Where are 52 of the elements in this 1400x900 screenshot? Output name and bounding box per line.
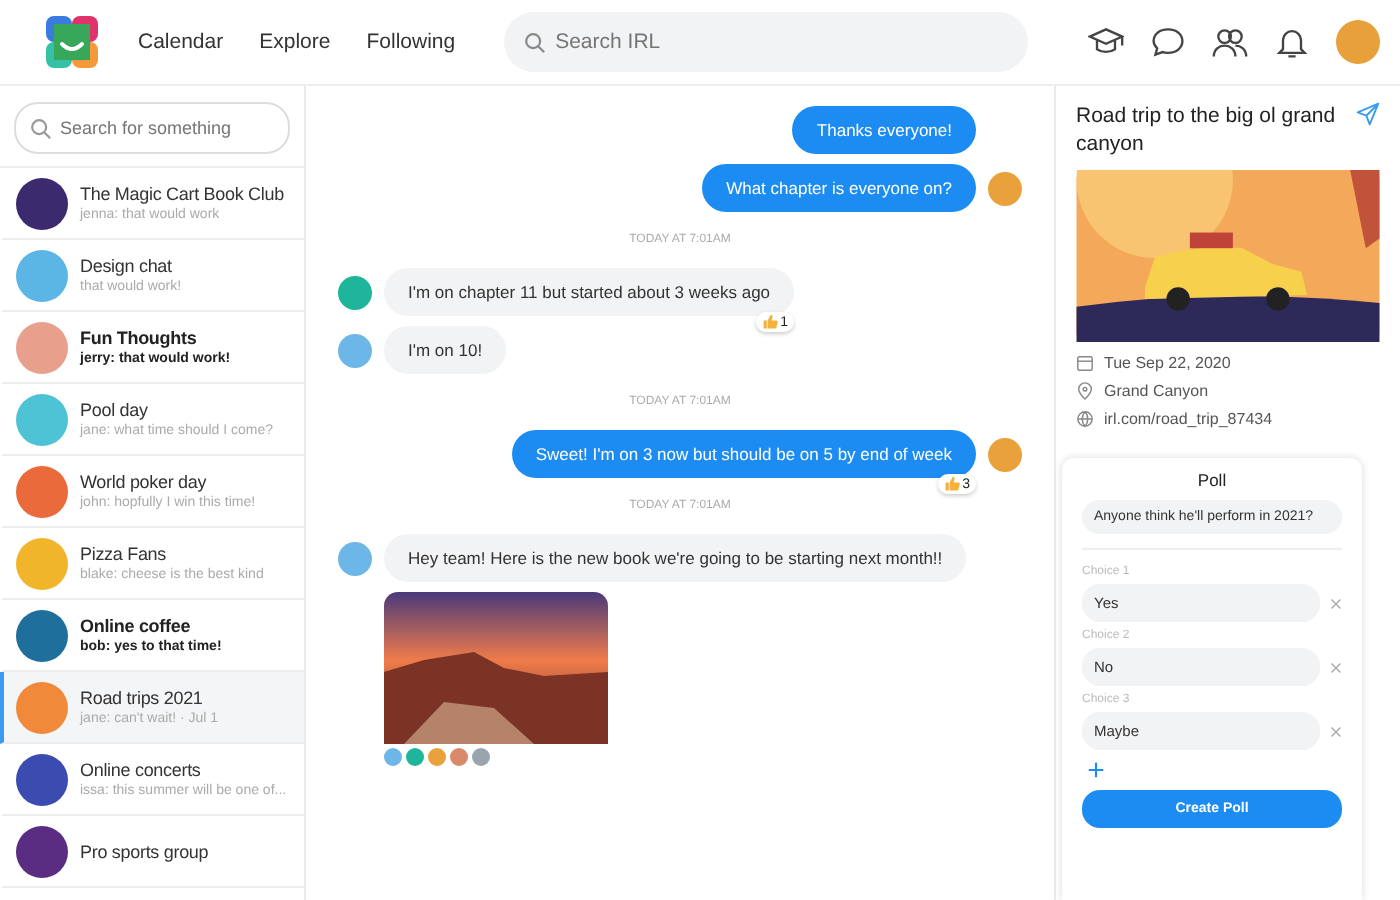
nav-link[interactable]: Following <box>366 30 456 54</box>
conversation-name: Design chat <box>80 256 174 276</box>
conversation-name: Online concerts <box>80 760 203 780</box>
poll-title: Poll <box>1195 470 1229 490</box>
conversation-name: Road trips 2021 <box>80 688 205 708</box>
event-title: Road trip to the big ol grand canyon <box>1076 102 1338 159</box>
nav-link[interactable]: Explore <box>259 30 331 54</box>
message-bubble: Thanks everyone! <box>792 106 976 154</box>
canyon-photo[interactable] <box>384 592 608 744</box>
group-avatar <box>16 753 68 805</box>
conversation-name: The Magic Cart Book Club <box>80 184 284 204</box>
send-icon[interactable] <box>1356 102 1380 126</box>
bell-icon[interactable] <box>1274 24 1310 60</box>
group-avatar <box>16 609 68 661</box>
group-avatar <box>16 321 68 373</box>
message-bubble: I'm on 10! <box>384 326 507 374</box>
event-link[interactable]: irl.com/road_trip_87434 <box>1104 410 1273 429</box>
search-icon <box>523 31 546 53</box>
group-avatar <box>16 249 68 301</box>
group-avatar <box>16 825 68 877</box>
search-icon <box>30 117 52 139</box>
event-location: Grand Canyon <box>1104 382 1209 401</box>
conversation-name: Pizza Fans <box>80 544 169 564</box>
group-avatar <box>16 681 68 733</box>
message-bubble: What chapter is everyone on? <box>702 164 976 212</box>
chat-bubble-icon[interactable] <box>1150 24 1186 60</box>
close-icon[interactable] <box>1330 725 1342 737</box>
conversation-name: Pool day <box>80 400 150 420</box>
close-icon[interactable] <box>1330 661 1342 673</box>
conversation-item[interactable]: Pro sports group <box>0 816 304 888</box>
conversation-name: Pro sports group <box>80 841 209 861</box>
conversation-name: Fun Thoughts <box>80 328 199 348</box>
close-icon[interactable] <box>1330 597 1342 609</box>
group-avatar <box>16 177 68 229</box>
user-avatar[interactable] <box>1336 20 1380 64</box>
event-date: Tue Sep 22, 2020 <box>1104 354 1231 373</box>
conversation-name: Online coffee <box>80 616 193 636</box>
group-avatar <box>16 393 68 445</box>
location-pin-icon <box>1076 382 1094 401</box>
search-field[interactable]: Search IRL <box>503 12 1028 72</box>
message-bubble: Hey team! Here is the new book we're going to be starting next month!! <box>384 534 967 582</box>
nav-link[interactable]: Calendar <box>138 30 224 54</box>
app-logo[interactable] <box>46 16 98 68</box>
group-avatar <box>16 537 68 589</box>
message-bubble: Sweet! I'm on 3 now but should be on 5 by end of week <box>511 430 976 478</box>
calendar-icon <box>1076 354 1094 373</box>
globe-icon <box>1076 410 1094 429</box>
conversation-name: World poker day <box>80 472 209 492</box>
group-avatar <box>16 465 68 517</box>
search-field[interactable]: Search for something <box>14 102 290 154</box>
message-bubble: I'm on chapter 11 but started about 3 weeks ago <box>384 268 795 316</box>
people-icon[interactable] <box>1212 24 1248 60</box>
